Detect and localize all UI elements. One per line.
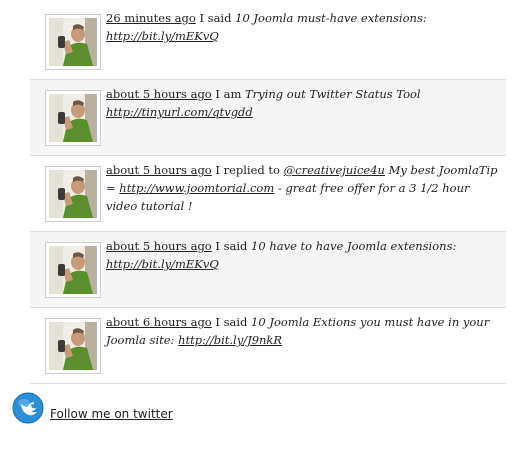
tweet-text: about 5 hours ago I said 10 have to have…	[106, 237, 502, 273]
tweet-url-link[interactable]: http://bit.ly/J9nkR	[178, 333, 282, 347]
tweet-item: about 5 hours ago I am Trying out Twitte…	[30, 80, 506, 156]
tweet-text: about 5 hours ago I replied to @creative…	[106, 161, 502, 215]
twitter-bird-icon[interactable]	[12, 392, 44, 424]
tweet-text: about 6 hours ago I said 10 Joomla Extio…	[106, 313, 502, 349]
twitter-follow-footer: Follow me on twitter	[12, 392, 312, 426]
tweet-url-link[interactable]: http://www.joomtorial.com	[119, 181, 274, 195]
avatar[interactable]	[45, 318, 101, 374]
tweet-prefix: I replied to	[211, 163, 284, 177]
tweet-text: about 5 hours ago I am Trying out Twitte…	[106, 85, 502, 121]
avatar[interactable]	[45, 242, 101, 298]
tweet-time-link[interactable]: about 6 hours ago	[106, 315, 212, 329]
tweet-content: 10 Joomla must-have extensions:	[235, 11, 427, 25]
tweet-time-link[interactable]: about 5 hours ago	[106, 87, 212, 101]
tweet-item: 26 minutes ago I said 10 Joomla must-hav…	[30, 4, 506, 80]
avatar-photo	[49, 170, 97, 218]
tweet-item: about 5 hours ago I replied to @creative…	[30, 156, 506, 232]
tweet-item: about 5 hours ago I said 10 have to have…	[30, 232, 506, 308]
avatar-photo	[49, 246, 97, 294]
tweet-url-link[interactable]: http://bit.ly/mEKvQ	[106, 257, 219, 271]
tweet-text: 26 minutes ago I said 10 Joomla must-hav…	[106, 9, 502, 45]
avatar[interactable]	[45, 90, 101, 146]
tweet-time-link[interactable]: 26 minutes ago	[106, 11, 196, 25]
tweet-feed: 26 minutes ago I said 10 Joomla must-hav…	[30, 4, 506, 384]
tweet-content: 10 have to have Joomla extensions:	[251, 239, 457, 253]
tweet-mention-link[interactable]: @creativejuice4u	[284, 163, 385, 177]
tweet-url-link[interactable]: http://tinyurl.com/qtvgdd	[106, 105, 253, 119]
tweet-url-link[interactable]: http://bit.ly/mEKvQ	[106, 29, 219, 43]
tweet-prefix: I said	[211, 315, 252, 329]
tweet-prefix: I said	[195, 11, 236, 25]
tweet-time-link[interactable]: about 5 hours ago	[106, 239, 212, 253]
tweet-content: Trying out Twitter Status Tool	[245, 87, 421, 101]
avatar-photo	[49, 18, 97, 66]
avatar-photo	[49, 322, 97, 370]
avatar-photo	[49, 94, 97, 142]
tweet-prefix: I am	[211, 87, 246, 101]
follow-me-link[interactable]: Follow me on twitter	[50, 407, 173, 421]
tweet-prefix: I said	[211, 239, 252, 253]
tweet-item: about 6 hours ago I said 10 Joomla Extio…	[30, 308, 506, 384]
avatar[interactable]	[45, 166, 101, 222]
avatar[interactable]	[45, 14, 101, 70]
tweet-time-link[interactable]: about 5 hours ago	[106, 163, 212, 177]
